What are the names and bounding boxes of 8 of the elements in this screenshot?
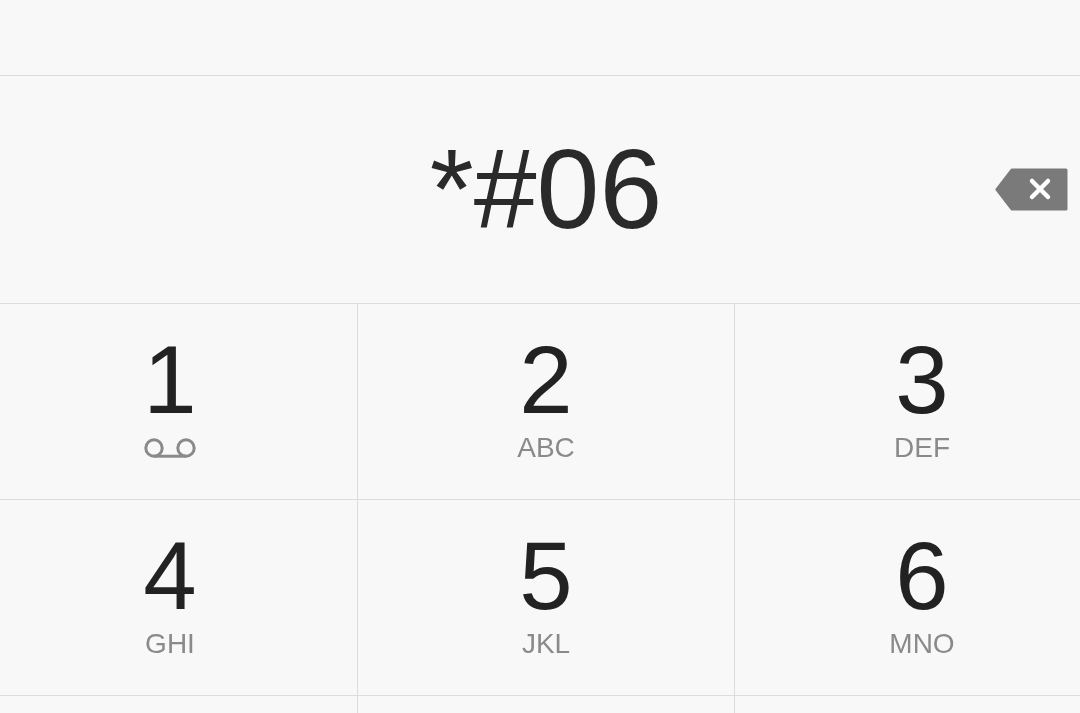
- backspace-icon: [995, 168, 1068, 211]
- dial-key[interactable]: 2 ABC: [358, 304, 735, 500]
- dial-key[interactable]: 4 GHI: [0, 500, 358, 696]
- voicemail-icon: [144, 438, 196, 458]
- dial-key[interactable]: 5 JKL: [358, 500, 735, 696]
- backspace-button[interactable]: [995, 168, 1068, 211]
- dialed-number: *#06: [429, 133, 663, 246]
- dial-key[interactable]: 1: [0, 304, 358, 500]
